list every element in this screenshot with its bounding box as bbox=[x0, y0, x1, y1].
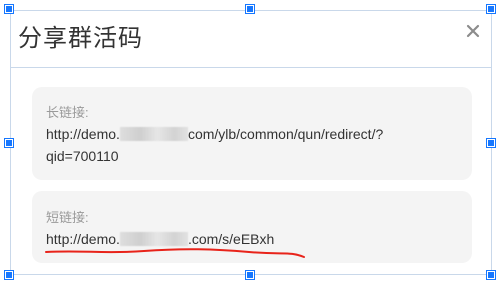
selection-frame bbox=[10, 10, 492, 275]
resize-handle-top[interactable] bbox=[246, 5, 254, 13]
resize-handle-right[interactable] bbox=[487, 139, 495, 147]
resize-handle-left[interactable] bbox=[5, 139, 13, 147]
resize-handle-top-left[interactable] bbox=[5, 5, 13, 13]
resize-handle-top-right[interactable] bbox=[487, 5, 495, 13]
resize-handle-bottom[interactable] bbox=[246, 271, 254, 279]
resize-handle-bottom-left[interactable] bbox=[5, 271, 13, 279]
resize-handle-bottom-right[interactable] bbox=[487, 271, 495, 279]
canvas: 分享群活码 长链接: http://demo. com/ylb/common/qu… bbox=[0, 0, 504, 287]
